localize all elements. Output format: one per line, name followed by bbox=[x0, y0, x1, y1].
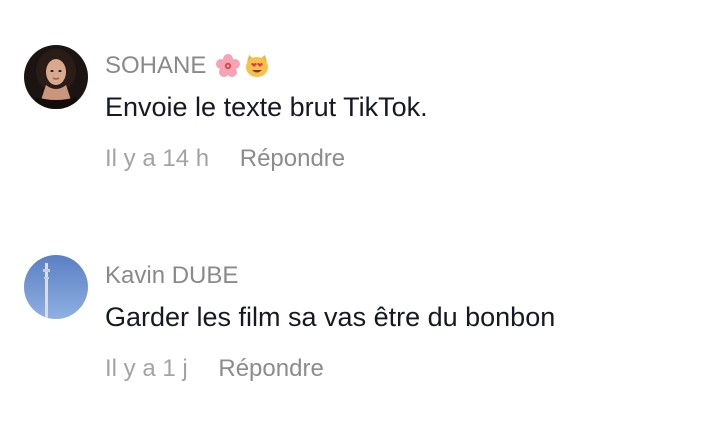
comment-timestamp: Il y a 14 h bbox=[105, 145, 210, 172]
comment-text: Envoie le texte brut TikTok. bbox=[105, 92, 428, 122]
username[interactable]: SOHANE bbox=[105, 52, 270, 80]
username-text: Kavin DUBE bbox=[105, 262, 239, 289]
user-avatar-photo-icon bbox=[24, 45, 88, 109]
username[interactable]: Kavin DUBE bbox=[105, 262, 238, 290]
comment-meta: Il y a 1 j Répondre bbox=[105, 355, 324, 383]
reply-button[interactable]: Répondre bbox=[218, 355, 323, 382]
avatar[interactable] bbox=[24, 45, 88, 109]
username-text: SOHANE bbox=[105, 52, 207, 79]
sky-pole-avatar-photo-icon bbox=[24, 255, 88, 319]
reply-button[interactable]: Répondre bbox=[240, 145, 345, 172]
hibiscus-emoji-icon bbox=[215, 53, 241, 79]
comment-text: Garder les film sa vas être du bonbon bbox=[105, 302, 556, 332]
avatar[interactable] bbox=[24, 255, 88, 319]
smiling-cat-heart-eyes-emoji-icon bbox=[244, 53, 270, 79]
comment-timestamp: Il y a 1 j bbox=[105, 355, 188, 382]
comment-meta: Il y a 14 h Répondre bbox=[105, 145, 345, 173]
